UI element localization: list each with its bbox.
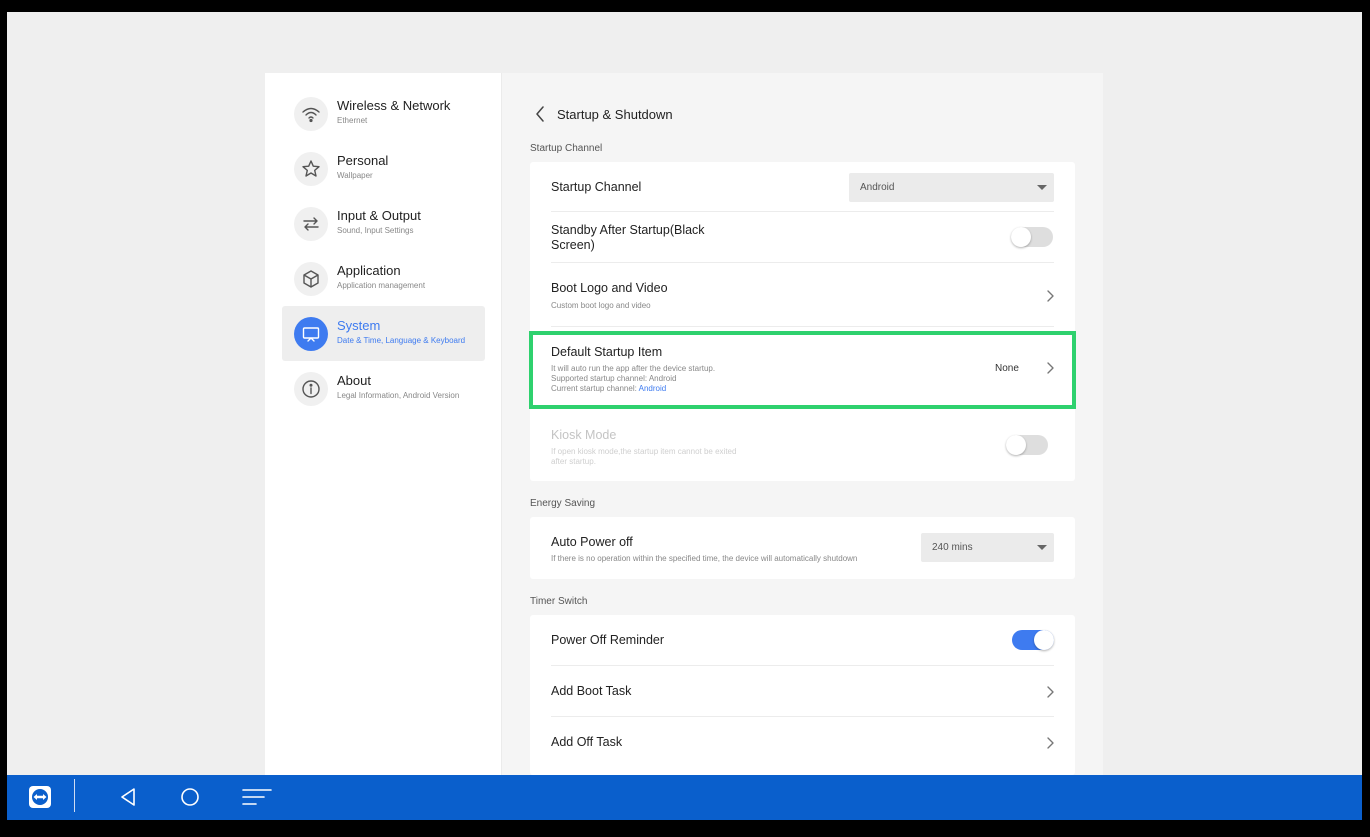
teamviewer-icon[interactable]	[27, 782, 53, 812]
sidebar-item-label: Wireless & Network	[337, 98, 451, 113]
sidebar-item-label: About	[337, 373, 371, 388]
wifi-icon	[294, 97, 328, 131]
row-title-line2: Screen)	[551, 238, 595, 252]
dropdown-value: Android	[860, 182, 895, 193]
sidebar-item-sublabel: Legal Information, Android Version	[337, 391, 460, 400]
swap-arrows-icon	[294, 207, 328, 241]
power-off-reminder-row: Power Off Reminder	[551, 615, 1054, 666]
sidebar-item-sublabel: Application management	[337, 281, 426, 290]
page-title: Startup & Shutdown	[557, 106, 673, 122]
row-title: Add Off Task	[551, 735, 623, 749]
chevron-right-icon	[1047, 290, 1054, 302]
kiosk-toggle[interactable]	[1006, 435, 1048, 455]
kiosk-mode-row: Kiosk Mode If open kiosk mode,the startu…	[551, 418, 1054, 478]
row-title: Boot Logo and Video	[551, 281, 668, 295]
auto-power-off-dropdown[interactable]: 240 mins	[921, 533, 1054, 562]
page-header: Startup & Shutdown	[535, 103, 673, 125]
row-title: Startup Channel	[551, 180, 642, 194]
row-subtitle-line3: Current startup channel: Android	[551, 384, 666, 394]
channel-value: Android	[638, 384, 667, 393]
sidebar-item-label: Personal	[337, 153, 389, 168]
standby-toggle[interactable]	[1011, 227, 1053, 247]
sidebar: Wireless & Network Ethernet Personal Wal…	[265, 73, 502, 775]
row-subtitle: Custom boot logo and video	[551, 301, 651, 310]
startup-channel-dropdown[interactable]: Android	[849, 173, 1054, 202]
row-subtitle-line1: If open kiosk mode,the startup item cann…	[551, 447, 737, 456]
back-triangle-icon[interactable]	[115, 782, 141, 812]
section-label-energy-saving: Energy Saving	[530, 498, 596, 509]
info-icon	[294, 372, 328, 406]
chevron-right-icon	[1047, 737, 1054, 749]
home-circle-icon[interactable]	[177, 782, 203, 812]
row-title: Kiosk Mode	[551, 428, 617, 442]
sidebar-item-input-output[interactable]: Input & Output Sound, Input Settings	[282, 196, 485, 251]
add-boot-task-row[interactable]: Add Boot Task	[551, 666, 1054, 717]
sidebar-item-application[interactable]: Application Application management	[282, 251, 485, 306]
caret-down-icon	[1037, 185, 1047, 190]
row-subtitle: If there is no operation within the spec…	[551, 554, 858, 563]
toggle-knob	[1011, 227, 1031, 247]
startup-card: Startup Channel Android Standby After St…	[530, 162, 1075, 481]
default-startup-item-row[interactable]: Default Startup Item It will auto run th…	[551, 335, 1054, 405]
row-title: Auto Power off	[551, 535, 633, 549]
standby-row: Standby After Startup(Black Screen)	[551, 212, 1054, 263]
row-subtitle-line1: It will auto run the app after the devic…	[551, 364, 716, 373]
sidebar-item-sublabel: Sound, Input Settings	[337, 226, 414, 235]
back-arrow-icon[interactable]	[535, 103, 551, 125]
sidebar-item-sublabel: Wallpaper	[337, 171, 373, 180]
chevron-right-icon	[1047, 362, 1054, 374]
toggle-knob	[1034, 630, 1054, 650]
startup-channel-row: Startup Channel Android	[551, 162, 1054, 212]
channel-prefix: Current startup channel:	[551, 384, 639, 393]
screen: Wireless & Network Ethernet Personal Wal…	[7, 12, 1362, 775]
boot-logo-row[interactable]: Boot Logo and Video Custom boot logo and…	[551, 263, 1054, 327]
content-area: Startup & Shutdown Startup Channel Start…	[502, 73, 1103, 775]
sidebar-item-sublabel: Date & Time, Language & Keyboard	[337, 336, 466, 345]
row-title: Default Startup Item	[551, 345, 663, 359]
sidebar-item-wireless-network[interactable]: Wireless & Network Ethernet	[282, 86, 485, 141]
taskbar	[7, 775, 1362, 820]
timer-card: Power Off Reminder Add Boot Task Add Off…	[530, 615, 1075, 775]
cube-icon	[294, 262, 328, 296]
row-title: Add Boot Task	[551, 684, 632, 698]
sidebar-item-personal[interactable]: Personal Wallpaper	[282, 141, 485, 196]
sidebar-item-sublabel: Ethernet	[337, 116, 368, 125]
sidebar-item-label: Input & Output	[337, 208, 421, 223]
taskbar-separator	[74, 779, 75, 812]
section-label-timer-switch: Timer Switch	[530, 596, 588, 607]
row-subtitle-line2: Supported startup channel: Android	[551, 374, 677, 383]
sidebar-item-system[interactable]: System Date & Time, Language & Keyboard	[282, 306, 485, 361]
sidebar-item-label: System	[337, 318, 381, 333]
chevron-right-icon	[1047, 686, 1054, 698]
toggle-knob	[1006, 435, 1026, 455]
auto-power-off-row: Auto Power off If there is no operation …	[551, 517, 1054, 579]
power-off-reminder-toggle[interactable]	[1012, 630, 1054, 650]
sidebar-item-label: Application	[337, 263, 401, 278]
sidebar-item-about[interactable]: About Legal Information, Android Version	[282, 361, 485, 416]
energy-card: Auto Power off If there is no operation …	[530, 517, 1075, 579]
row-title-line1: Standby After Startup(Black	[551, 223, 705, 237]
dropdown-value: 240 mins	[932, 542, 973, 553]
add-off-task-row[interactable]: Add Off Task	[551, 717, 1054, 768]
monitor-icon	[294, 317, 328, 351]
menu-lines-icon[interactable]	[241, 782, 273, 812]
caret-down-icon	[1037, 545, 1047, 550]
section-label-startup-channel: Startup Channel	[530, 143, 603, 154]
star-icon	[294, 152, 328, 186]
row-subtitle-line2: after startup.	[551, 457, 596, 466]
settings-panel: Wireless & Network Ethernet Personal Wal…	[265, 73, 1103, 775]
row-title: Power Off Reminder	[551, 633, 665, 647]
default-startup-value: None	[995, 363, 1019, 374]
